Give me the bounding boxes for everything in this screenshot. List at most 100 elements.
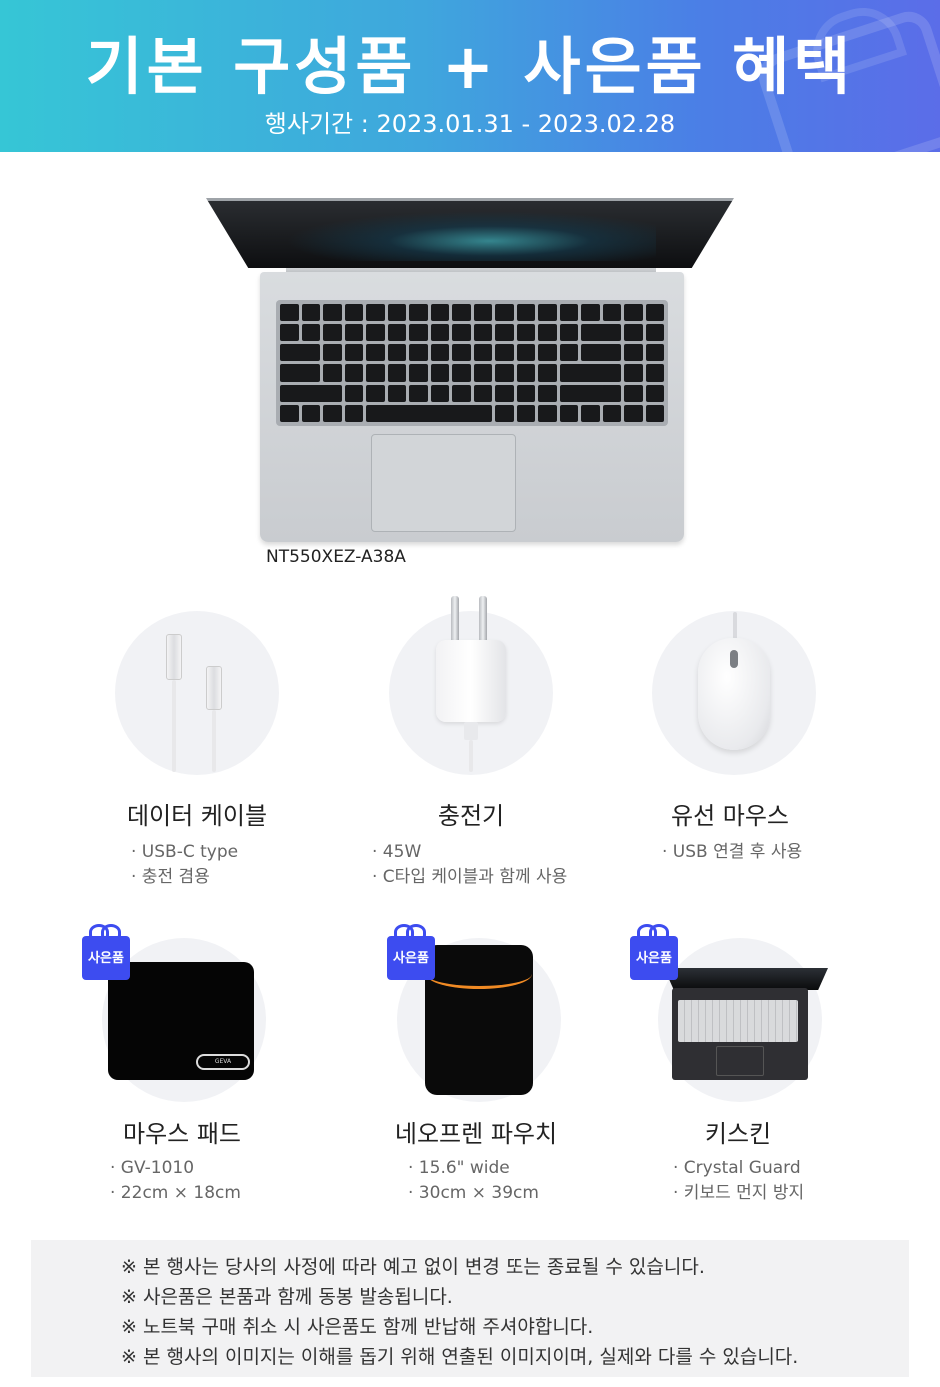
keyboard-key	[559, 384, 621, 402]
keyboard-key	[344, 324, 363, 342]
keyboard-key	[409, 364, 428, 382]
keyboard-key	[280, 364, 320, 382]
keyboard-key	[366, 304, 385, 322]
keyboard-key	[409, 304, 428, 322]
keyboard-key	[645, 404, 664, 422]
keyboard-key	[624, 404, 643, 422]
keyboard-key	[516, 324, 535, 342]
keyboard-key	[387, 384, 406, 402]
item-title-charger: 충전기	[437, 802, 505, 830]
keyboard-key	[538, 384, 557, 402]
laptop-deck	[260, 272, 684, 542]
gift-badge: 사은품	[387, 936, 435, 980]
keyboard-key	[430, 324, 449, 342]
keyboard-key	[473, 384, 492, 402]
keyboard-key	[280, 304, 299, 322]
keyboard-key	[387, 344, 406, 362]
banner-title: 기본 구성품 + 사은품 혜택	[85, 30, 855, 103]
keyboard-key	[366, 324, 385, 342]
keyboard-key	[280, 324, 299, 342]
keyboard-key	[581, 344, 621, 362]
keyboard-key	[559, 344, 578, 362]
keyboard-key	[452, 304, 471, 322]
laptop-image	[206, 198, 736, 548]
item-specs-keyskin: · Crystal Guard · 키보드 먼지 방지	[673, 1158, 805, 1203]
keyboard-key	[366, 364, 385, 382]
keyboard-key	[301, 324, 320, 342]
keyboard-key	[559, 324, 578, 342]
keyboard-key	[538, 404, 557, 422]
item-specs-mousepad: · GV-1010 · 22cm × 18cm	[110, 1158, 241, 1203]
keyboard-key	[409, 344, 428, 362]
keyboard-key	[409, 324, 428, 342]
keyboard-key	[430, 344, 449, 362]
keyboard-key	[280, 344, 320, 362]
keyboard-key	[538, 324, 557, 342]
notice-item: ※ 본 행사는 당사의 사정에 따라 예고 없이 변경 또는 종료될 수 있습니…	[121, 1256, 705, 1278]
pouch-image	[425, 945, 533, 1095]
keyboard-key	[602, 304, 621, 322]
event-period: 행사기간 : 2023.01.31 - 2023.02.28	[264, 110, 676, 138]
keyboard-key	[366, 404, 492, 422]
keyboard-key	[624, 364, 643, 382]
notice-item: ※ 본 행사의 이미지는 이해를 돕기 위해 연출된 이미지이며, 실제와 다를…	[121, 1346, 799, 1368]
keyboard-key	[452, 384, 471, 402]
item-specs-cable: · USB-C type · 충전 겸용	[131, 842, 239, 887]
gift-badge: 사은품	[82, 936, 130, 980]
gift-bow-icon	[637, 924, 669, 940]
keyboard-key	[430, 384, 449, 402]
keyboard-key	[387, 324, 406, 342]
keyboard-key	[301, 404, 320, 422]
keyboard-key	[581, 304, 600, 322]
keyboard-key	[452, 344, 471, 362]
keyboard-key	[473, 304, 492, 322]
keyboard-key	[624, 344, 643, 362]
keyboard-key	[624, 304, 643, 322]
keyboard-key	[323, 404, 342, 422]
keyboard-key	[323, 344, 342, 362]
gift-bow-icon	[394, 924, 426, 940]
notice-box: ※ 본 행사는 당사의 사정에 따라 예고 없이 변경 또는 종료될 수 있습니…	[31, 1240, 909, 1377]
keyboard-key	[473, 324, 492, 342]
keyboard-key	[645, 344, 664, 362]
model-number: NT550XEZ-A38A	[266, 547, 406, 567]
keyboard-key	[366, 344, 385, 362]
keyboard-key	[559, 404, 578, 422]
cable-image-bg	[115, 611, 279, 775]
keyboard-key	[387, 304, 406, 322]
keyboard-key	[473, 364, 492, 382]
keyboard-key	[323, 364, 342, 382]
item-specs-mouse: · USB 연결 후 사용	[662, 842, 803, 862]
keyboard-key	[559, 304, 578, 322]
item-specs-pouch: · 15.6" wide · 30cm × 39cm	[408, 1158, 539, 1203]
keyboard-key	[495, 304, 514, 322]
keyboard-key	[516, 304, 535, 322]
keyboard-key	[452, 324, 471, 342]
keyboard-key	[301, 304, 320, 322]
keyboard-key	[387, 364, 406, 382]
keyboard-key	[645, 364, 664, 382]
keyboard-key	[344, 404, 363, 422]
item-title-cable: 데이터 케이블	[126, 802, 268, 830]
promo-banner: 기본 구성품 + 사은품 혜택 행사기간 : 2023.01.31 - 2023…	[0, 0, 940, 152]
keyboard-key	[645, 384, 664, 402]
pouch-zipper	[426, 959, 532, 989]
keyboard-key	[645, 324, 664, 342]
keyboard-key	[495, 384, 514, 402]
keyboard-key	[581, 324, 621, 342]
keyboard-key	[581, 404, 600, 422]
item-title-mousepad: 마우스 패드	[122, 1120, 242, 1148]
gift-badge: 사은품	[630, 936, 678, 980]
keyboard-key	[495, 404, 514, 422]
keyboard-key	[516, 404, 535, 422]
keyboard-key	[495, 324, 514, 342]
keyboard-key	[559, 364, 621, 382]
mousepad-image: GEVA	[108, 962, 254, 1080]
keyboard-key	[323, 304, 342, 322]
keyboard-key	[624, 324, 643, 342]
item-title-pouch: 네오프렌 파우치	[394, 1120, 558, 1148]
keyboard-key	[495, 344, 514, 362]
keyboard-key	[344, 364, 363, 382]
keyskin-cover	[678, 1000, 798, 1042]
laptop-lid	[206, 198, 734, 268]
